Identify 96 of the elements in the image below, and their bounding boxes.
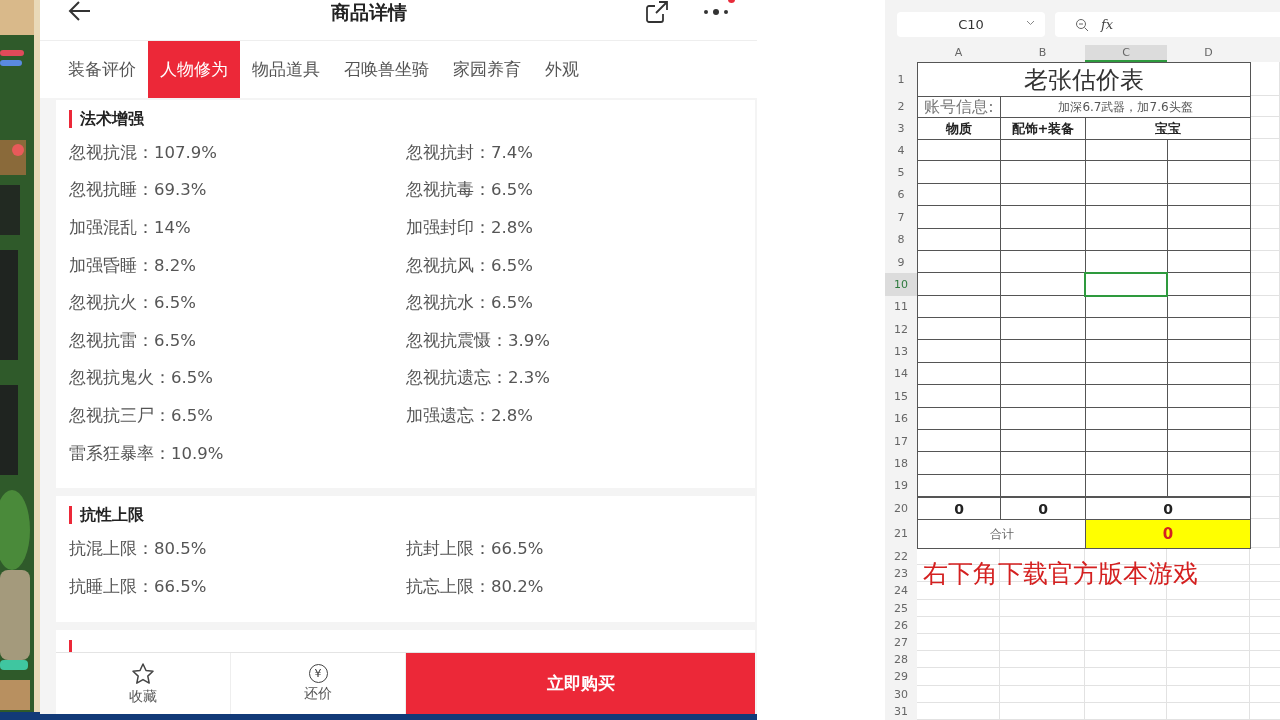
attribute-text: 忽视抗火：6.5% (69, 292, 196, 315)
row-number[interactable]: 24 (885, 582, 917, 600)
table-cell: 宝宝 (1085, 117, 1251, 140)
tab[interactable]: 装备评价 (56, 41, 148, 98)
row-number[interactable]: 21 (885, 519, 917, 548)
attribute-text: 忽视抗三尸：6.5% (69, 404, 213, 427)
attribute-text: 忽视抗风：6.5% (406, 254, 533, 277)
section-title: 法术增强 (69, 110, 742, 128)
star-icon (131, 661, 155, 686)
row-number[interactable]: 14 (885, 362, 917, 386)
attribute-text: 忽视抗睡：69.3% (69, 179, 207, 202)
row-number[interactable]: 22 (885, 548, 917, 566)
tab[interactable]: 家园养育 (441, 41, 533, 98)
row-number[interactable]: 17 (885, 429, 917, 453)
table-cell: 物质 (917, 117, 1001, 140)
attribute-text: 忽视抗鬼火：6.5% (69, 367, 213, 390)
tab[interactable]: 外观 (533, 41, 591, 98)
column-header[interactable]: C (1085, 45, 1167, 62)
name-box[interactable]: C10 (897, 12, 1045, 37)
column-header[interactable]: D (1167, 45, 1250, 62)
attribute-text: 忽视抗封：7.4% (406, 141, 533, 164)
grid-cell (1250, 385, 1280, 408)
table-cell: 老张估价表 (917, 62, 1251, 97)
row-number[interactable]: 29 (885, 668, 917, 686)
grid-cell (1250, 273, 1280, 296)
grid-cell (1250, 474, 1280, 497)
tab[interactable]: 召唤兽坐骑 (332, 41, 441, 98)
row-number[interactable]: 5 (885, 161, 917, 184)
grid-cell (1250, 429, 1280, 453)
row-number[interactable]: 16 (885, 407, 917, 430)
table-cell: 合计 (917, 519, 1086, 549)
more-icon[interactable] (703, 8, 729, 16)
row-number[interactable]: 10 (885, 273, 917, 296)
attribute-text: 抗忘上限：80.2% (406, 575, 544, 598)
attribute-text: 忽视抗震慑：3.9% (406, 329, 550, 352)
grid-cell (1250, 340, 1280, 363)
tab[interactable]: 人物修为 (148, 41, 240, 98)
attribute-text: 加强昏睡：8.2% (69, 254, 196, 277)
grid-cell (1250, 250, 1280, 274)
back-icon[interactable] (68, 0, 92, 22)
row-number[interactable]: 6 (885, 183, 917, 207)
grid-cell (1250, 161, 1280, 184)
grid-cell (1250, 206, 1280, 229)
row-number[interactable]: 11 (885, 295, 917, 318)
attribute-text: 抗混上限：80.5% (69, 538, 207, 561)
column-header[interactable]: B (1000, 45, 1085, 62)
attribute-text: 雷系狂暴率：10.9% (69, 442, 224, 465)
grid-cell (1250, 362, 1280, 386)
attribute-text: 忽视抗遗忘：2.3% (406, 367, 550, 390)
table-cell: 0 (1085, 519, 1251, 549)
formula-field[interactable]: fx (1055, 12, 1280, 37)
column-header[interactable]: A (917, 45, 1000, 62)
row-number[interactable]: 4 (885, 139, 917, 162)
attribute-text: 加强混乱：14% (69, 217, 191, 239)
row-number[interactable]: 3 (885, 117, 917, 139)
grid-cell (1250, 452, 1280, 475)
grid-cell (1250, 96, 1280, 117)
table-cell: 0 (917, 497, 1001, 520)
row-number[interactable]: 12 (885, 318, 917, 341)
zoom-icon[interactable] (1075, 17, 1089, 32)
attribute-text: 忽视抗雷：6.5% (69, 329, 196, 352)
row-number[interactable]: 28 (885, 651, 917, 669)
attribute-text: 加强封印：2.8% (406, 217, 533, 239)
tab[interactable]: 物品道具 (240, 41, 332, 98)
row-number[interactable]: 7 (885, 206, 917, 229)
row-number[interactable]: 13 (885, 340, 917, 363)
grid-cell (1250, 139, 1280, 162)
row-number[interactable]: 20 (885, 497, 917, 519)
buy-button[interactable]: 立即购买 (406, 653, 755, 714)
section-title: 抗性上限 (69, 506, 742, 525)
grid-cell (1250, 318, 1280, 341)
grid-cell (1250, 295, 1280, 318)
grid-cell (1250, 228, 1280, 251)
row-number[interactable]: 19 (885, 474, 917, 497)
attribute-text: 忽视抗毒：6.5% (406, 179, 533, 202)
attribute-text: 抗睡上限：66.5% (69, 575, 207, 598)
row-number[interactable]: 23 (885, 565, 917, 583)
selected-cell[interactable] (1084, 272, 1168, 297)
row-number[interactable]: 9 (885, 250, 917, 274)
page-title: 商品详情 (330, 0, 407, 25)
attribute-text: 忽视抗混：107.9% (69, 141, 217, 164)
grid-cell (1250, 407, 1280, 430)
attribute-text: 忽视抗水：6.5% (406, 292, 533, 315)
grid-cell (1250, 497, 1280, 519)
notice-text: 右下角下载官方版本游戏 (922, 558, 1198, 591)
row-number[interactable]: 2 (885, 96, 917, 117)
grid-cell (1250, 117, 1280, 139)
grid-cell (1250, 183, 1280, 207)
attribute-text: 加强遗忘：2.8% (406, 404, 533, 427)
row-number[interactable]: 1 (885, 62, 917, 96)
caret-icon[interactable] (1026, 20, 1035, 26)
share-icon[interactable] (645, 0, 669, 24)
row-number[interactable]: 15 (885, 385, 917, 408)
row-number[interactable]: 8 (885, 228, 917, 251)
attribute-text: 抗封上限：66.5% (406, 538, 544, 561)
row-number[interactable]: 18 (885, 452, 917, 475)
